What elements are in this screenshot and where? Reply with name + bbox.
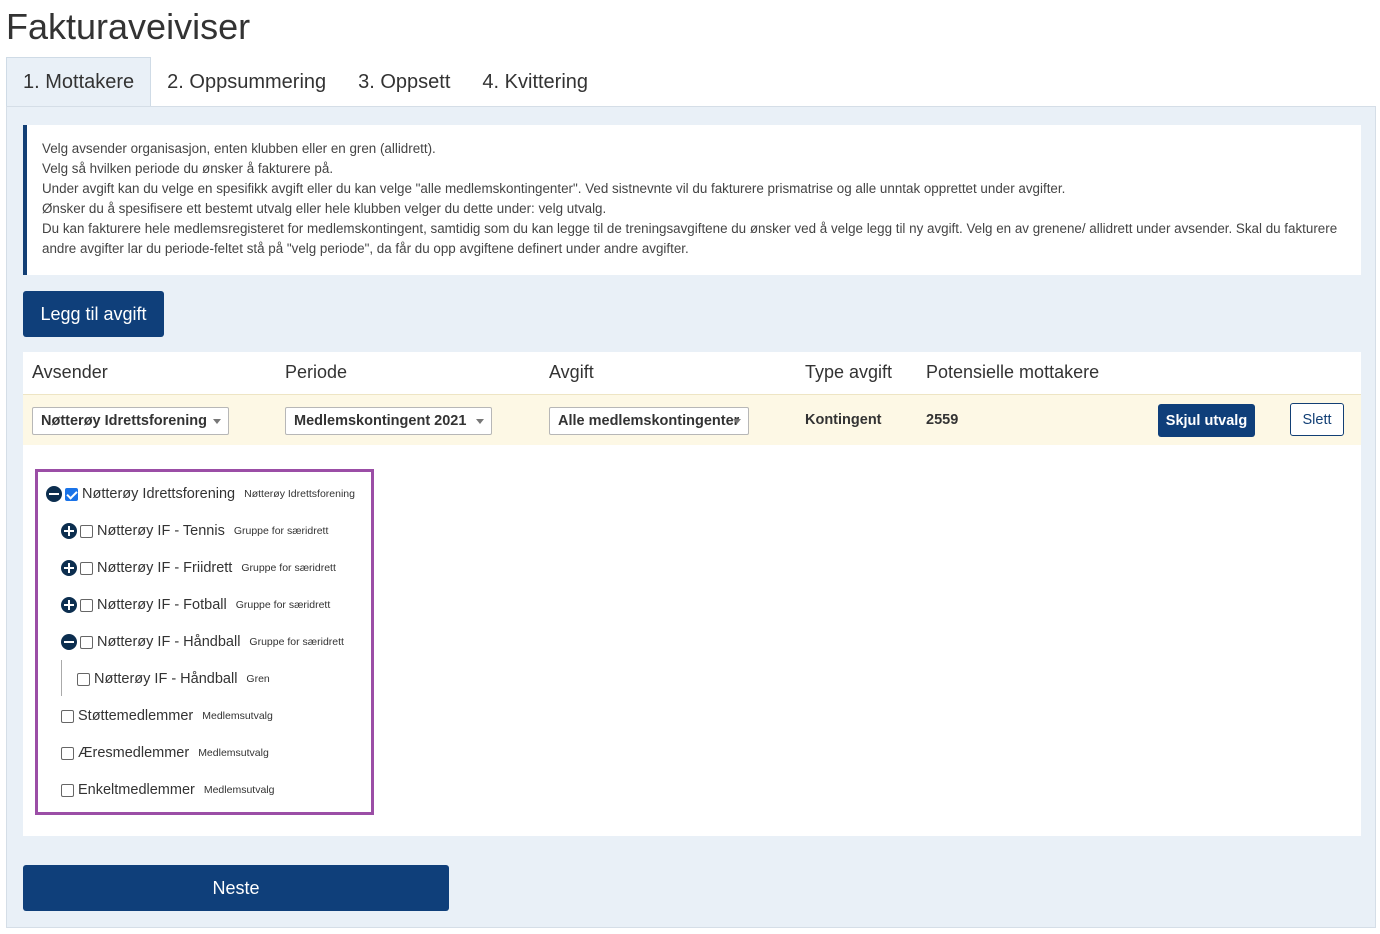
sender-select-value: Nøtterøy Idrettsforening	[41, 413, 207, 429]
info-line: Du kan fakturere hele medlemsregisteret …	[42, 221, 1338, 256]
tree-checkbox[interactable]	[80, 598, 93, 612]
fee-select-value: Alle medlemskontingenter	[558, 413, 740, 429]
tree-item-type: Medlemsutvalg	[202, 710, 273, 722]
recipients-count: 2559	[926, 412, 959, 428]
collapse-icon[interactable]	[61, 634, 77, 650]
fee-type-value: Kontingent	[805, 412, 882, 428]
tree-item-name[interactable]: Nøtterøy IF - Håndball	[94, 671, 237, 687]
tree-item-name[interactable]: Støttemedlemmer	[78, 708, 193, 724]
tree-checkbox[interactable]	[61, 709, 74, 723]
delete-button[interactable]: Slett	[1290, 403, 1344, 436]
tree-item-name[interactable]: Nøtterøy IF - Friidrett	[97, 560, 232, 576]
tree-checkbox[interactable]	[80, 524, 93, 538]
tree-item: Nøtterøy IF - Fotball Gruppe for særidre…	[61, 595, 330, 615]
tree-item: Nøtterøy IF - Tennis Gruppe for særidret…	[61, 521, 328, 541]
tree-item: Nøtterøy IF - Håndball Gren	[77, 669, 270, 689]
tree-item: Støttemedlemmer Medlemsutvalg	[61, 706, 273, 726]
tree-item-name[interactable]: Nøtterøy IF - Håndball	[97, 634, 240, 650]
fee-select[interactable]: Alle medlemskontingenter	[549, 407, 749, 435]
header-period: Periode	[285, 362, 348, 382]
tree-item-type: Medlemsutvalg	[198, 747, 269, 759]
tree-item: Nøtterøy Idrettsforening Nøtterøy Idrett…	[46, 484, 355, 504]
selection-tree: Nøtterøy Idrettsforening Nøtterøy Idrett…	[35, 469, 374, 815]
fee-table: Avsender Periode Avgift Type avgift Pote…	[23, 352, 1361, 836]
tree-checkbox[interactable]	[80, 635, 93, 649]
tree-item-type: Gruppe for særidrett	[233, 525, 329, 537]
next-button[interactable]: Neste	[23, 865, 449, 911]
info-line: Under avgift kan du velge en spesifikk a…	[42, 181, 1066, 196]
tree-checkbox[interactable]	[77, 672, 90, 686]
chevron-down-icon	[213, 419, 221, 424]
info-box: Velg avsender organisasjon, enten klubbe…	[23, 125, 1361, 275]
tab-oppsummering[interactable]: 2. Oppsummering	[151, 57, 342, 107]
chevron-down-icon	[733, 419, 741, 424]
tab-oppsett[interactable]: 3. Oppsett	[342, 57, 466, 107]
tree-item-name[interactable]: Enkeltmedlemmer	[78, 782, 195, 798]
tree-item-type: Gruppe for særidrett	[235, 599, 331, 611]
tree-checkbox[interactable]	[80, 561, 93, 575]
expand-icon[interactable]	[61, 523, 77, 539]
expand-icon[interactable]	[61, 560, 77, 576]
tab-kvittering[interactable]: 4. Kvittering	[466, 57, 604, 107]
tree-item: Enkeltmedlemmer Medlemsutvalg	[61, 780, 274, 800]
tree-item-name[interactable]: Nøtterøy Idrettsforening	[82, 486, 235, 502]
info-line: Velg så hvilken periode du ønsker å fakt…	[42, 161, 334, 176]
tree-item-name[interactable]: Nøtterøy IF - Tennis	[97, 523, 225, 539]
info-line: Ønsker du å spesifisere ett bestemt utva…	[42, 201, 607, 216]
header-recipients: Potensielle mottakere	[926, 362, 1100, 382]
tree-item-type: Nøtterøy Idrettsforening	[244, 488, 355, 500]
header-sender: Avsender	[32, 362, 108, 382]
wizard-panel: Velg avsender organisasjon, enten klubbe…	[6, 106, 1376, 928]
period-select[interactable]: Medlemskontingent 2021	[285, 407, 492, 435]
wizard-tabs: 1. Mottakere 2. Oppsummering 3. Oppsett …	[6, 57, 604, 107]
tree-checkbox[interactable]	[61, 783, 74, 797]
info-line: Velg avsender organisasjon, enten klubbe…	[42, 141, 436, 156]
chevron-down-icon	[476, 419, 484, 424]
tree-item: Æresmedlemmer Medlemsutvalg	[61, 743, 269, 763]
table-header: Avsender Periode Avgift Type avgift Pote…	[23, 352, 1361, 394]
tab-mottakere[interactable]: 1. Mottakere	[6, 57, 152, 107]
table-row: Nøtterøy Idrettsforening Medlemskontinge…	[23, 394, 1361, 445]
tree-item: Nøtterøy IF - Friidrett Gruppe for særid…	[61, 558, 336, 578]
tree-item-type: Gren	[246, 673, 270, 685]
tree-item-type: Gruppe for særidrett	[241, 562, 336, 574]
tree-item: Nøtterøy IF - Håndball Gruppe for særidr…	[61, 632, 344, 652]
header-fee-type: Type avgift	[805, 362, 893, 382]
tree-checkbox[interactable]	[61, 746, 74, 760]
page-title: Fakturaveiviser	[6, 6, 251, 47]
tree-item-name[interactable]: Nøtterøy IF - Fotball	[97, 597, 227, 613]
add-fee-button[interactable]: Legg til avgift	[23, 291, 164, 337]
tree-item-name[interactable]: Æresmedlemmer	[78, 745, 189, 761]
tree-checkbox[interactable]	[65, 487, 78, 501]
hide-selection-button[interactable]: Skjul utvalg	[1158, 404, 1255, 437]
header-fee: Avgift	[549, 362, 594, 382]
tree-connector-line	[61, 660, 62, 696]
expand-icon[interactable]	[61, 597, 77, 613]
collapse-icon[interactable]	[46, 486, 62, 502]
tree-item-type: Gruppe for særidrett	[249, 636, 344, 648]
sender-select[interactable]: Nøtterøy Idrettsforening	[32, 407, 229, 435]
period-select-value: Medlemskontingent 2021	[294, 413, 467, 429]
tree-item-type: Medlemsutvalg	[203, 784, 275, 796]
